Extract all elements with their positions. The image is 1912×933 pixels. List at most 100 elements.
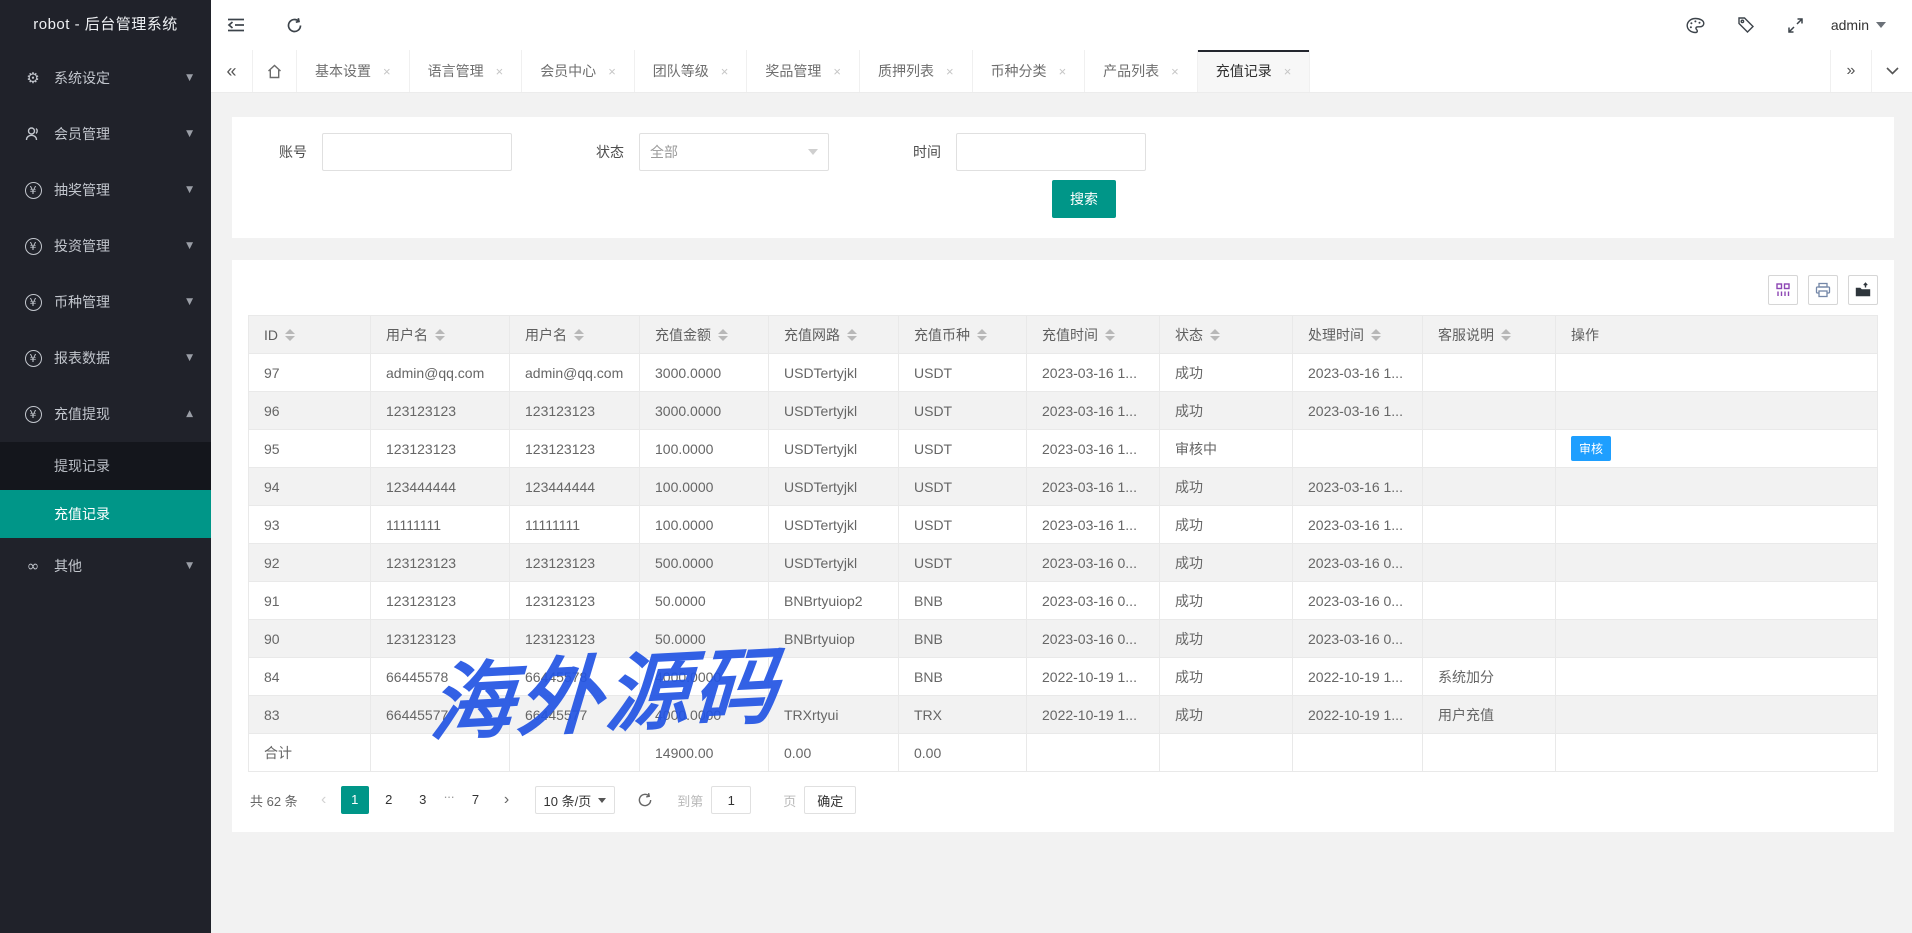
sort-asc-icon[interactable] <box>285 329 295 334</box>
search-button[interactable]: 搜索 <box>1052 180 1116 218</box>
sort-icon[interactable] <box>1210 329 1220 341</box>
sidebar-item-8[interactable]: ∞其他▼ <box>0 538 211 594</box>
sort-icon[interactable] <box>1501 329 1511 341</box>
sort-desc-icon[interactable] <box>574 336 584 341</box>
tab-币种分类[interactable]: 币种分类× <box>973 50 1086 92</box>
tab-产品列表[interactable]: 产品列表× <box>1085 50 1198 92</box>
column-header-充值币种[interactable]: 充值币种 <box>899 316 1027 354</box>
pagination-refresh-icon[interactable] <box>637 792 653 808</box>
tab-close-icon[interactable]: × <box>608 64 616 79</box>
tabs-menu-icon[interactable] <box>1871 50 1912 92</box>
sort-asc-icon[interactable] <box>574 329 584 334</box>
sort-icon[interactable] <box>1105 329 1115 341</box>
table-cell: 2023-03-16 1... <box>1293 506 1423 544</box>
column-header-用户名[interactable]: 用户名 <box>371 316 510 354</box>
tab-close-icon[interactable]: × <box>833 64 841 79</box>
page-size-select[interactable]: 10 条/页 <box>535 786 616 814</box>
sort-icon[interactable] <box>574 329 584 341</box>
tab-close-icon[interactable]: × <box>1284 64 1292 79</box>
page-button-7[interactable]: 7 <box>462 786 490 814</box>
tab-语言管理[interactable]: 语言管理× <box>410 50 523 92</box>
tab-奖品管理[interactable]: 奖品管理× <box>747 50 860 92</box>
sidebar-item-6[interactable]: ¥报表数据▼ <box>0 330 211 386</box>
tab-close-icon[interactable]: × <box>383 64 391 79</box>
table-cell: 3000.0000 <box>640 392 769 430</box>
sort-asc-icon[interactable] <box>1501 329 1511 334</box>
sort-asc-icon[interactable] <box>1105 329 1115 334</box>
account-input[interactable] <box>322 133 512 171</box>
sort-asc-icon[interactable] <box>847 329 857 334</box>
tab-团队等级[interactable]: 团队等级× <box>635 50 748 92</box>
tab-会员中心[interactable]: 会员中心× <box>522 50 635 92</box>
sidebar-item-7[interactable]: ¥充值提现▲ <box>0 386 211 442</box>
column-header-用户名[interactable]: 用户名 <box>510 316 640 354</box>
tab-close-icon[interactable]: × <box>1171 64 1179 79</box>
refresh-icon[interactable] <box>269 0 319 50</box>
column-header-ID[interactable]: ID <box>249 316 371 354</box>
tab-close-icon[interactable]: × <box>721 64 729 79</box>
column-header-充值时间[interactable]: 充值时间 <box>1027 316 1160 354</box>
sort-asc-icon[interactable] <box>1210 329 1220 334</box>
sort-icon[interactable] <box>435 329 445 341</box>
goto-confirm-button[interactable]: 确定 <box>804 786 856 814</box>
page-button-1[interactable]: 1 <box>341 786 369 814</box>
prev-page-icon[interactable]: ‹ <box>310 786 338 814</box>
goto-page-input[interactable] <box>711 786 751 814</box>
time-input[interactable] <box>956 133 1146 171</box>
review-button[interactable]: 审核 <box>1571 436 1611 461</box>
sort-desc-icon[interactable] <box>1371 336 1381 341</box>
column-header-处理时间[interactable]: 处理时间 <box>1293 316 1423 354</box>
print-icon[interactable] <box>1808 275 1838 305</box>
column-header-充值金额[interactable]: 充值金额 <box>640 316 769 354</box>
user-menu[interactable]: admin <box>1821 0 1912 50</box>
column-header-状态[interactable]: 状态 <box>1160 316 1293 354</box>
sort-desc-icon[interactable] <box>1105 336 1115 341</box>
tabs-scroll-left-icon[interactable]: « <box>211 50 253 92</box>
sort-desc-icon[interactable] <box>1210 336 1220 341</box>
page-button-2[interactable]: 2 <box>375 786 403 814</box>
export-icon[interactable] <box>1848 275 1878 305</box>
tab-充值记录[interactable]: 充值记录× <box>1198 50 1311 92</box>
tab-close-icon[interactable]: × <box>946 64 954 79</box>
sidebar-item-4[interactable]: ¥投资管理▼ <box>0 218 211 274</box>
tab-基本设置[interactable]: 基本设置× <box>297 50 410 92</box>
columns-filter-icon[interactable] <box>1768 275 1798 305</box>
yen-glyph: ¥ <box>25 350 42 367</box>
sidebar-item-5[interactable]: ¥币种管理▼ <box>0 274 211 330</box>
sidebar-item-3[interactable]: ¥抽奖管理▼ <box>0 162 211 218</box>
page-button-3[interactable]: 3 <box>409 786 437 814</box>
sort-desc-icon[interactable] <box>285 336 295 341</box>
sidebar-item-label: 报表数据 <box>54 348 110 368</box>
sort-asc-icon[interactable] <box>1371 329 1381 334</box>
tabs-scroll-right-icon[interactable]: » <box>1830 50 1871 92</box>
tab-home[interactable] <box>253 50 297 92</box>
sort-icon[interactable] <box>285 329 295 341</box>
sort-desc-icon[interactable] <box>977 336 987 341</box>
sort-icon[interactable] <box>847 329 857 341</box>
tag-icon[interactable] <box>1721 0 1771 50</box>
collapse-sidebar-icon[interactable] <box>211 0 261 50</box>
sort-desc-icon[interactable] <box>435 336 445 341</box>
tab-close-icon[interactable]: × <box>496 64 504 79</box>
next-page-icon[interactable]: › <box>493 786 521 814</box>
sidebar-item-1[interactable]: ⚙系统设定▼ <box>0 50 211 106</box>
palette-icon[interactable] <box>1671 0 1721 50</box>
sort-desc-icon[interactable] <box>718 336 728 341</box>
tab-质押列表[interactable]: 质押列表× <box>860 50 973 92</box>
column-header-客服说明[interactable]: 客服说明 <box>1423 316 1556 354</box>
sort-desc-icon[interactable] <box>1501 336 1511 341</box>
fullscreen-icon[interactable] <box>1771 0 1821 50</box>
sort-icon[interactable] <box>977 329 987 341</box>
status-select[interactable]: 全部 <box>639 133 829 171</box>
sidebar-subitem-提现记录[interactable]: 提现记录 <box>0 442 211 490</box>
sidebar-subitem-充值记录[interactable]: 充值记录 <box>0 490 211 538</box>
column-header-充值网路[interactable]: 充值网路 <box>769 316 899 354</box>
sort-asc-icon[interactable] <box>977 329 987 334</box>
sort-asc-icon[interactable] <box>718 329 728 334</box>
sort-desc-icon[interactable] <box>847 336 857 341</box>
sidebar-item-2[interactable]: 会员管理▼ <box>0 106 211 162</box>
sort-icon[interactable] <box>1371 329 1381 341</box>
sort-asc-icon[interactable] <box>435 329 445 334</box>
tab-close-icon[interactable]: × <box>1059 64 1067 79</box>
sort-icon[interactable] <box>718 329 728 341</box>
